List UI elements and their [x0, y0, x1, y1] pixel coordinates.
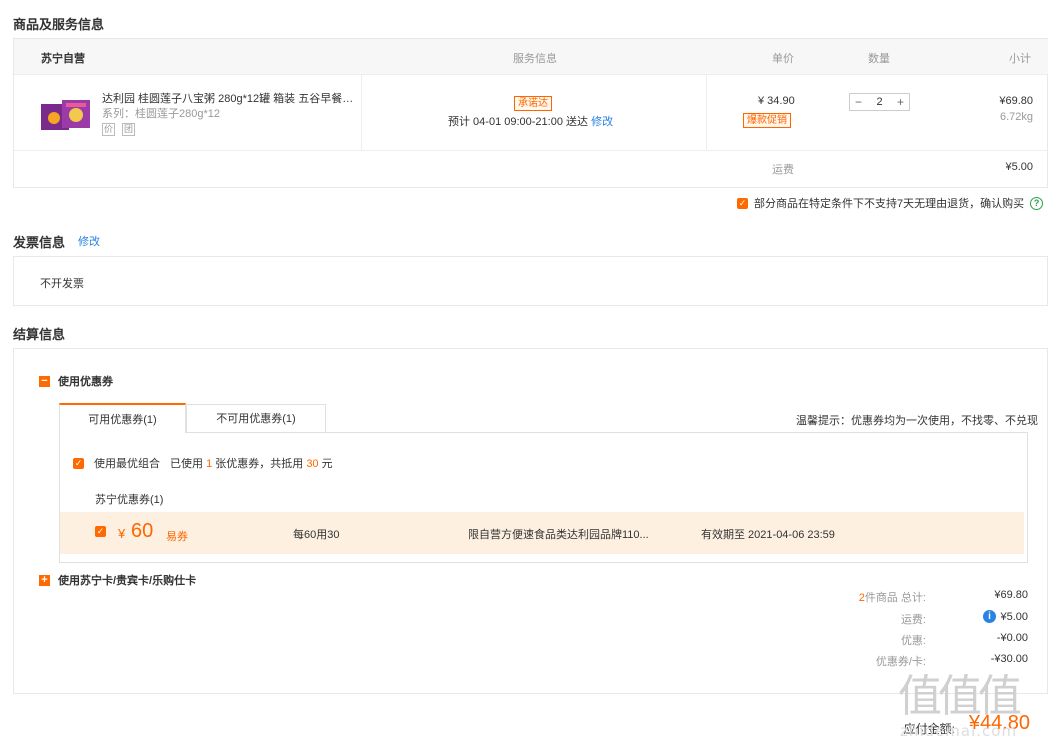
group-badge: 团: [122, 123, 135, 136]
watermark-logo: 值值值: [898, 671, 1022, 722]
product-series: 系列：桂圆莲子280g*12: [102, 108, 220, 120]
best-combo-middle: 张优惠券，共抵用: [215, 458, 304, 470]
promise-delivery-tag: 承诺达: [514, 96, 552, 111]
product-name[interactable]: 达利园 桂圆莲子八宝粥 280g*12罐 箱装 五谷早餐…: [102, 90, 352, 106]
card-toggle-label: 使用苏宁卡/贵宾卡/乐购仕卡: [58, 575, 197, 587]
summary-total: ¥69.80: [994, 589, 1028, 601]
promo-tag: 爆款促销: [743, 113, 791, 128]
summary-discount-label: 优惠:: [900, 635, 926, 647]
invoice-modify-link[interactable]: 修改: [78, 233, 100, 249]
best-combo-prefix: 已使用: [170, 458, 203, 470]
coupon-tip: 温馨提示：优惠券均为一次使用，不找零、不兑现: [796, 415, 1038, 427]
delivery-time: 预计 04-01 09:00-21:00 送达: [448, 116, 589, 128]
invoice-box: 不开发票: [13, 256, 1048, 306]
coupon-card[interactable]: ✓ ¥ 60 易券 每60用30 限自营方便速食品类达利园品牌110... 有效…: [60, 512, 1024, 554]
unit-price: ¥ 34.90: [758, 95, 795, 107]
invoice-section-title: 发票信息: [13, 235, 66, 250]
coupon-checkbox[interactable]: ✓: [95, 526, 106, 537]
coupon-toggle-label: 使用优惠券: [58, 376, 113, 388]
best-combo-unit: 元: [321, 458, 333, 470]
coupon-group-label: 苏宁优惠券(1): [95, 494, 164, 506]
delivery-estimate: 预计 04-01 09:00-21:00 送达 修改: [448, 113, 613, 129]
settle-section-title: 结算信息: [13, 327, 66, 342]
collapse-icon: −: [39, 375, 50, 387]
header-quantity: 数量: [868, 53, 890, 65]
best-combo-amount: 30: [306, 458, 319, 470]
return-notice: ✓ 部分商品在特定条件下不支持7天无理由退货，确认购买 ?: [737, 195, 1044, 211]
summary-count-label: 件商品 总计:: [864, 592, 926, 604]
coupon-rule: 每60用30: [293, 529, 340, 541]
quantity-minus-button[interactable]: −: [855, 95, 862, 109]
coupon-toggle[interactable]: − 使用优惠券: [39, 373, 113, 389]
return-confirm-checkbox[interactable]: ✓: [737, 197, 748, 209]
header-subtotal: 小计: [1009, 53, 1031, 65]
best-combo-summary: 已使用 1 张优惠券，共抵用 30 元: [170, 455, 333, 471]
item-subtotal: ¥69.80: [999, 95, 1033, 107]
header-price: 单价: [772, 53, 794, 65]
summary-shipping-label: 运费:: [900, 614, 926, 626]
summary-shipping: ¥5.00: [1000, 611, 1028, 623]
best-combo-label: 使用最优组合: [94, 458, 160, 470]
invoice-value: 不开发票: [40, 278, 84, 290]
product-image[interactable]: [40, 98, 92, 132]
best-combo: ✓ 使用最优组合 已使用 1 张优惠券，共抵用 30 元: [73, 455, 333, 471]
quantity-value[interactable]: 2: [876, 96, 882, 108]
store-name: 苏宁自营: [41, 53, 85, 65]
coupon-type: 易券: [166, 531, 188, 543]
quantity-stepper: − 2 +: [849, 93, 910, 111]
coupon-scope: 限自营方便速食品类达利园品牌110...: [468, 529, 649, 541]
delivery-modify-link[interactable]: 修改: [591, 116, 613, 128]
coupon-amount: 60: [131, 520, 154, 542]
tab-joiner: [60, 431, 185, 433]
header-service: 服务信息: [513, 53, 557, 65]
coupon-expiry: 有效期至 2021-04-06 23:59: [701, 529, 835, 541]
price-guarantee-badge: 价: [102, 123, 115, 136]
row-divider: [361, 75, 362, 150]
best-combo-checkbox[interactable]: ✓: [73, 457, 84, 469]
shipping-value: ¥5.00: [1005, 161, 1033, 173]
row-divider: [14, 150, 1048, 151]
summary-count: 2件商品 总计:: [800, 589, 926, 605]
row-divider: [706, 75, 707, 150]
shipping-label: 运费: [772, 164, 794, 176]
item-weight: 6.72kg: [999, 111, 1033, 123]
tab-available-coupons[interactable]: 可用优惠券(1): [59, 403, 186, 433]
best-combo-count: 1: [206, 458, 213, 470]
goods-table: 苏宁自营 服务信息 单价 数量 小计 达利园 桂圆莲子八宝粥 280g*12罐 …: [13, 38, 1048, 188]
tab-unavailable-coupons[interactable]: 不可用优惠券(1): [186, 404, 326, 433]
card-toggle[interactable]: + 使用苏宁卡/贵宾卡/乐购仕卡: [39, 572, 196, 588]
coupon-currency: ¥: [118, 526, 126, 541]
summary-discount: -¥0.00: [996, 632, 1028, 644]
expand-icon: +: [39, 574, 50, 586]
help-icon[interactable]: ?: [1030, 196, 1044, 210]
watermark-url: zhidemai.com: [900, 722, 1018, 740]
goods-section-title: 商品及服务信息: [13, 17, 105, 32]
quantity-plus-button[interactable]: +: [897, 95, 904, 109]
return-notice-text: 部分商品在特定条件下不支持7天无理由退货，确认购买: [754, 198, 1025, 210]
